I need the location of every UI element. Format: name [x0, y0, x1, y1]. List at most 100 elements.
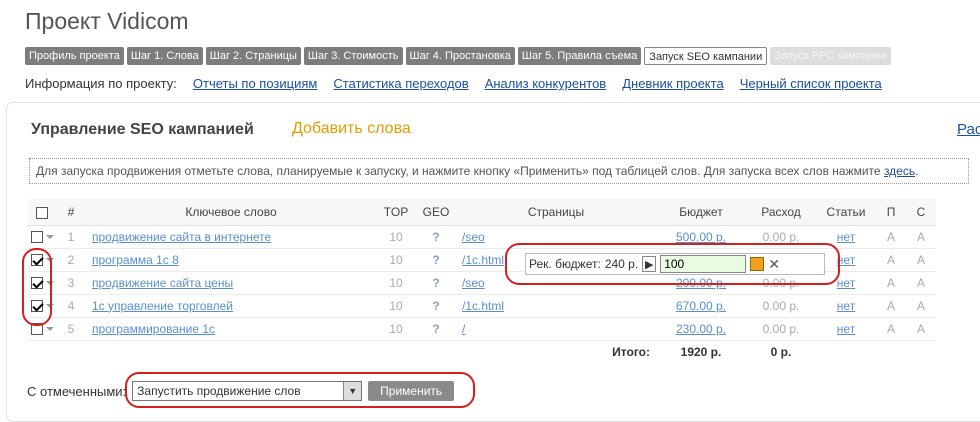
- step-tab: Запуск PPC кампании: [770, 47, 891, 65]
- add-words-link[interactable]: Добавить слова: [292, 120, 411, 138]
- c-value: A: [906, 317, 936, 341]
- chevron-down-icon[interactable]: [45, 304, 54, 309]
- budget-link[interactable]: 670.00 р.: [676, 299, 726, 313]
- spend-value: 0.00 р.: [746, 225, 816, 249]
- page-cell: /seo: [456, 225, 656, 249]
- total-spend: 0 р.: [770, 344, 792, 359]
- col-spend: Расход: [746, 199, 816, 226]
- budget-input[interactable]: [660, 255, 747, 273]
- close-icon[interactable]: ✕: [768, 256, 780, 273]
- link-project-diary[interactable]: Дневник проекта: [622, 76, 723, 91]
- total-label: Итого:: [612, 344, 650, 359]
- articles-cell: нет: [816, 294, 876, 318]
- right-cut-link[interactable]: Рас: [957, 121, 980, 138]
- articles-link[interactable]: нет: [837, 322, 855, 336]
- c-value: A: [906, 225, 936, 249]
- budget-cell: 670.00 р.: [656, 294, 746, 318]
- page-link[interactable]: /1c.html: [462, 253, 504, 267]
- chevron-down-icon[interactable]: [45, 235, 54, 240]
- keyword-link[interactable]: программа 1с 8: [92, 253, 179, 267]
- table-row: 1 продвижение сайта в интернете 10? /seo 500…: [28, 225, 936, 249]
- page-cell: /1c.html: [456, 294, 656, 318]
- row-number: 5: [56, 317, 86, 341]
- step-tab[interactable]: Профиль проекта: [25, 47, 124, 65]
- articles-link[interactable]: нет: [837, 299, 855, 313]
- bulk-actions-label: С отмеченными:: [27, 383, 127, 399]
- apply-button[interactable]: Применить: [368, 381, 455, 401]
- save-icon[interactable]: [750, 257, 765, 271]
- c-value: A: [906, 248, 936, 272]
- p-value: A: [876, 248, 906, 272]
- keyword-link[interactable]: программирование 1с: [92, 322, 215, 336]
- keyword-cell: продвижение сайта цены: [86, 271, 376, 295]
- page-link[interactable]: /seo: [462, 276, 485, 290]
- row-checkbox[interactable]: [30, 300, 43, 313]
- page-link[interactable]: /seo: [462, 230, 485, 244]
- page-link[interactable]: /1c.html: [462, 299, 504, 313]
- geo-help-icon[interactable]: ?: [432, 322, 439, 336]
- row-checkbox[interactable]: [30, 277, 43, 290]
- row-select-cell: [28, 225, 56, 249]
- link-competitor-analysis[interactable]: Анализ конкурентов: [485, 76, 607, 91]
- col-top: TOP: [376, 199, 416, 226]
- c-value: A: [906, 294, 936, 318]
- budget-link[interactable]: 230.00 р.: [676, 322, 726, 336]
- top-value: 10: [376, 294, 416, 318]
- keyword-link[interactable]: продвижение сайта цены: [92, 276, 233, 290]
- articles-link[interactable]: нет: [837, 253, 855, 267]
- spend-value: 0.00 р.: [746, 294, 816, 318]
- table-header-row: # Ключевое слово TOP GEO Страницы Бюджет…: [28, 199, 936, 226]
- step-tab[interactable]: Запуск SEO кампании: [644, 47, 768, 65]
- chevron-down-icon[interactable]: [45, 258, 54, 263]
- step-tab[interactable]: Шаг 2. Страницы: [205, 47, 301, 65]
- link-position-reports[interactable]: Отчеты по позициям: [193, 76, 317, 91]
- geo-help-icon[interactable]: ?: [432, 253, 439, 267]
- budget-cell: 230.00 р.: [656, 317, 746, 341]
- articles-link[interactable]: нет: [837, 276, 855, 290]
- recommended-budget-value: 240 р.: [604, 257, 639, 271]
- articles-cell: нет: [816, 317, 876, 341]
- select-all-checkbox[interactable]: [36, 206, 48, 219]
- col-pages: Страницы: [456, 199, 656, 226]
- p-value: A: [876, 271, 906, 295]
- col-keyword: Ключевое слово: [86, 199, 376, 226]
- link-project-blacklist[interactable]: Черный список проекта: [740, 76, 882, 91]
- articles-cell: нет: [816, 271, 876, 295]
- row-checkbox[interactable]: [30, 323, 43, 336]
- geo-help-icon[interactable]: ?: [432, 276, 439, 290]
- geo-cell: ?: [416, 317, 456, 341]
- col-geo: GEO: [416, 199, 456, 226]
- row-number: 1: [56, 225, 86, 249]
- geo-help-icon[interactable]: ?: [432, 299, 439, 313]
- step-tab[interactable]: Шаг 1. Слова: [126, 47, 203, 65]
- chevron-down-icon[interactable]: ▼: [343, 382, 362, 400]
- budget-link[interactable]: 500.00 р.: [676, 230, 726, 244]
- hint-box: Для запуска продвижения отметьте слова, …: [29, 158, 969, 184]
- keyword-link[interactable]: 1с управление торговлей: [92, 299, 233, 313]
- chevron-down-icon[interactable]: [45, 327, 54, 332]
- bulk-action-select[interactable]: Запустить продвижение слов ▼: [132, 381, 363, 401]
- step-tab[interactable]: Шаг 3. Стоимость: [303, 47, 403, 65]
- panel-title: Управление SEO кампанией: [31, 121, 254, 138]
- step-tab[interactable]: Шаг 4. Простановка: [405, 47, 515, 65]
- page-link[interactable]: /: [462, 322, 465, 336]
- row-checkbox[interactable]: [30, 254, 43, 267]
- top-value: 10: [376, 317, 416, 341]
- geo-help-icon[interactable]: ?: [432, 230, 439, 244]
- hint-here-link[interactable]: здесь: [884, 164, 915, 178]
- hint-end: .: [915, 164, 919, 178]
- row-number: 4: [56, 294, 86, 318]
- apply-recommended-arrow-icon[interactable]: ▶: [642, 256, 657, 272]
- articles-link[interactable]: нет: [837, 230, 855, 244]
- chevron-down-icon[interactable]: [45, 281, 54, 286]
- top-value: 10: [376, 271, 416, 295]
- link-traffic-stats[interactable]: Статистика переходов: [333, 76, 468, 91]
- budget-popup: Рек. бюджет: 240 р. ▶ ✕: [525, 253, 825, 275]
- step-tab[interactable]: Шаг 5. Правила съема: [517, 47, 642, 65]
- budget-link[interactable]: 200.00 р.: [676, 276, 726, 290]
- row-checkbox[interactable]: [30, 231, 43, 244]
- top-value: 10: [376, 248, 416, 272]
- row-select-cell: [28, 248, 56, 272]
- row-select-cell: [28, 271, 56, 295]
- keyword-link[interactable]: продвижение сайта в интернете: [92, 230, 271, 244]
